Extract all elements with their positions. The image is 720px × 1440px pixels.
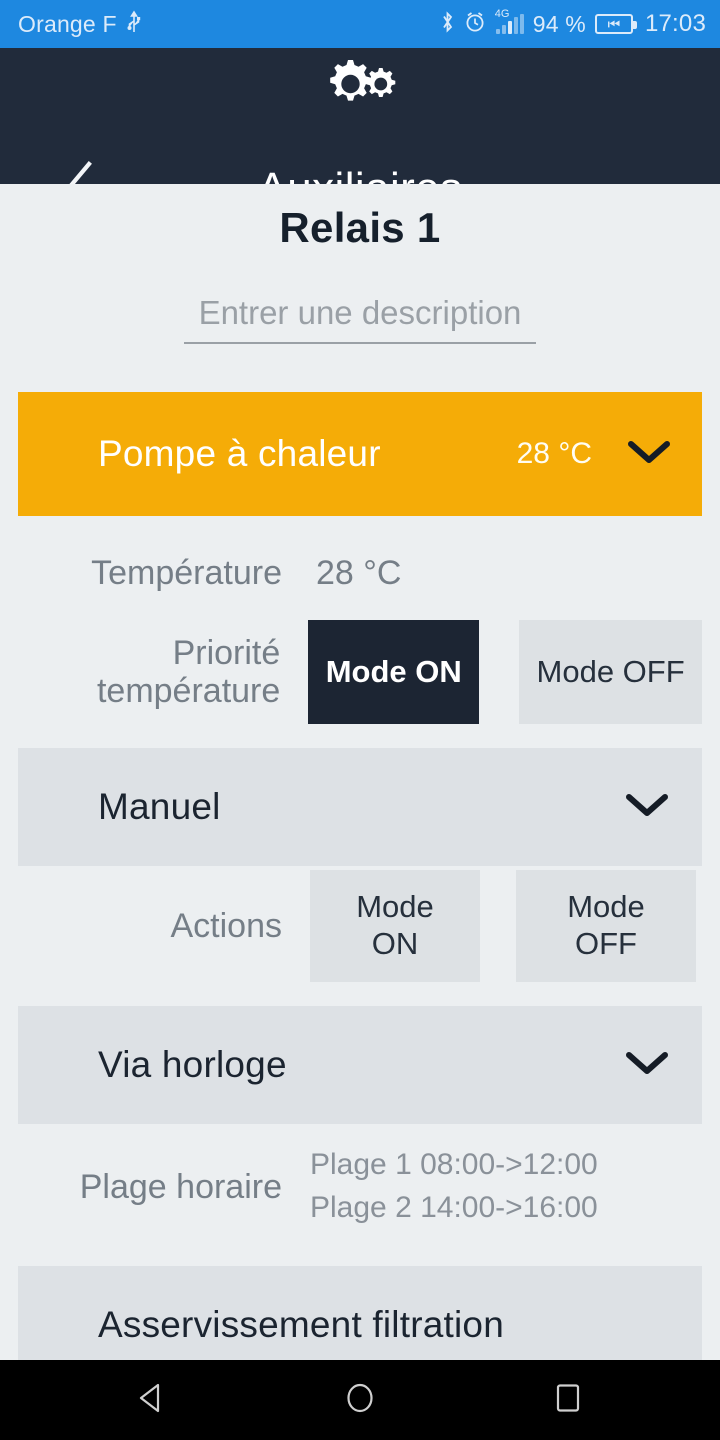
nav-back-button[interactable]	[112, 1360, 192, 1440]
temperature-priority-label: Priorité température	[18, 620, 280, 724]
description-input[interactable]	[184, 294, 536, 344]
actions-row: Actions Mode ON Mode OFF	[18, 870, 702, 982]
actions-off-line1: Mode	[567, 889, 645, 925]
status-bar-right: 4G 94 % ⏮ 17:03	[440, 9, 706, 39]
alarm-clock-icon	[464, 11, 486, 38]
schedule-label: Plage horaire	[79, 1167, 282, 1206]
schedule-range-2: Plage 2 14:00->16:00	[310, 1191, 598, 1224]
circle-home-icon	[343, 1381, 377, 1420]
status-bar: Orange F 4G 94 % ⏮ 17:03	[0, 0, 720, 48]
actions-label: Actions	[170, 906, 283, 945]
chevron-down-icon	[624, 1049, 670, 1082]
priority-label-line2: température	[96, 672, 281, 710]
heat-pump-temperature-value: 28 °C	[516, 437, 592, 470]
bluetooth-icon	[440, 10, 455, 39]
actions-mode-off-button[interactable]: Mode OFF	[516, 870, 696, 982]
schedule-values[interactable]: Plage 1 08:00->12:00 Plage 2 14:00->16:0…	[310, 1144, 598, 1229]
network-type-label: 4G	[494, 8, 510, 20]
description-field-wrapper	[0, 294, 720, 344]
chevron-down-icon	[626, 438, 672, 471]
chevron-down-icon	[624, 791, 670, 824]
nav-recents-button[interactable]	[528, 1360, 608, 1440]
priority-label-line1: Priorité	[172, 633, 281, 672]
square-recents-icon	[551, 1381, 585, 1420]
battery-charging-icon: ⏮	[594, 14, 637, 34]
section-header-manuel[interactable]: Manuel	[18, 748, 702, 866]
phone-screen: Orange F 4G 94 % ⏮ 17:03 Relais 1 Entrer…	[0, 0, 720, 1440]
network-signal-icon: 4G	[495, 9, 524, 34]
schedule-row: Plage horaire Plage 1 08:00->12:00 Plage…	[18, 1132, 702, 1242]
main-content: Relais 1 Pompe à chaleur 28 °C Températu…	[0, 184, 720, 1384]
nav-home-button[interactable]	[320, 1360, 400, 1440]
temperature-label: Température	[91, 553, 282, 592]
section-header-via-horloge[interactable]: Via horloge	[18, 1006, 702, 1124]
status-bar-left: Orange F	[18, 9, 142, 39]
relay-title: Relais 1	[279, 204, 441, 251]
schedule-range-1: Plage 1 08:00->12:00	[310, 1148, 598, 1182]
priority-mode-on-button[interactable]: Mode ON	[308, 620, 480, 724]
heat-pump-bar[interactable]: Pompe à chaleur 28 °C	[18, 392, 702, 516]
triangle-back-icon	[135, 1381, 169, 1420]
actions-mode-on-button[interactable]: Mode ON	[310, 870, 480, 982]
temperature-priority-label-lines: Priorité température	[97, 634, 280, 710]
temperature-priority-row: Priorité température Mode ON Mode OFF	[18, 620, 702, 724]
charging-bolt-glyph: ⏮	[607, 16, 621, 32]
battery-percent-label: 94 %	[532, 10, 586, 37]
temperature-value: 28 °C	[316, 553, 402, 592]
actions-off-line2: OFF	[574, 926, 637, 961]
actions-mode-off-text: Mode OFF	[567, 889, 645, 962]
heat-pump-label: Pompe à chaleur	[98, 433, 381, 474]
section-title-manuel: Manuel	[98, 786, 221, 827]
section-title-via-horloge: Via horloge	[98, 1044, 287, 1085]
section-title-asservissement-filtration: Asservissement filtration	[98, 1304, 504, 1345]
app-header: Auxiliaires	[0, 48, 720, 217]
temperature-row: Température 28 °C	[18, 530, 702, 616]
actions-on-line1: Mode	[356, 889, 434, 925]
actions-mode-on-text: Mode ON	[356, 889, 434, 962]
gears-icon	[314, 56, 406, 117]
carrier-label: Orange F	[18, 10, 117, 37]
usb-icon	[126, 9, 142, 39]
android-navigation-bar	[0, 1360, 720, 1440]
clock-label: 17:03	[644, 10, 706, 37]
priority-mode-off-button[interactable]: Mode OFF	[519, 620, 702, 724]
actions-on-line2: ON	[371, 926, 419, 961]
